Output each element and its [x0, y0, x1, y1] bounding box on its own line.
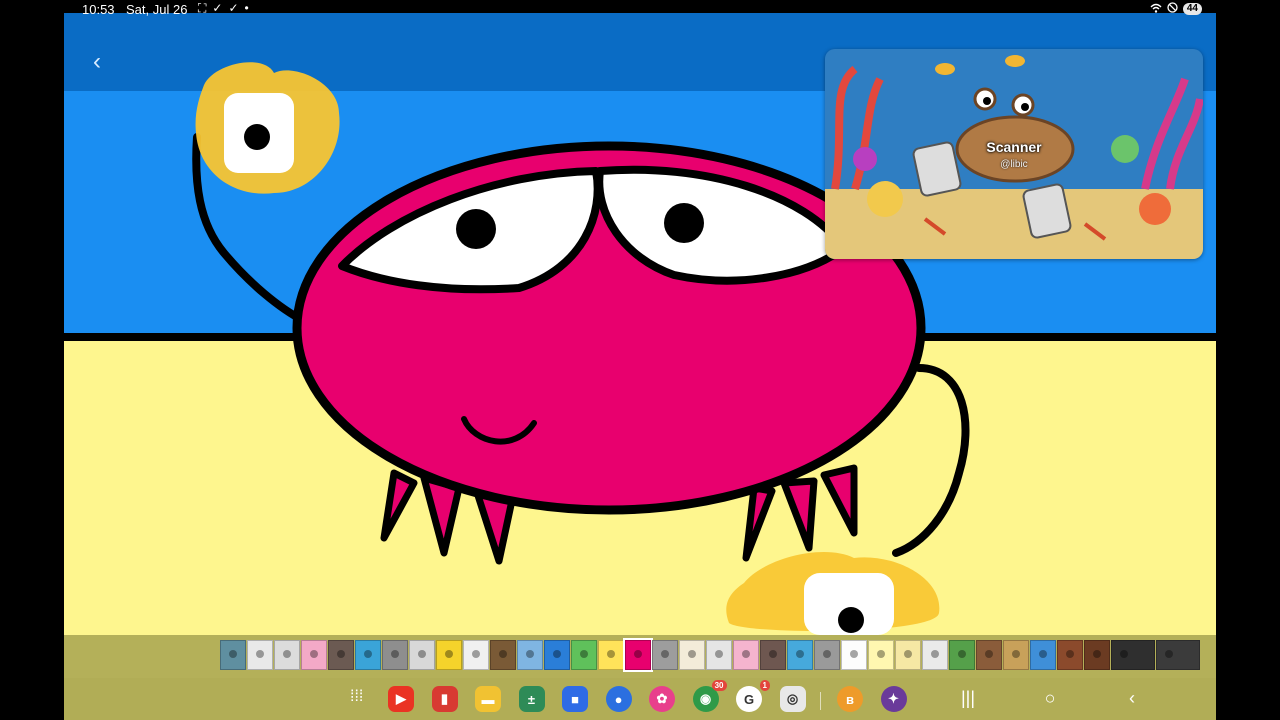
calculator-app[interactable]: ± — [518, 686, 545, 712]
right-eye-blob — [726, 552, 940, 635]
thumbnail-item[interactable] — [274, 640, 300, 670]
thumbnail-item[interactable] — [571, 640, 597, 670]
thumbnail-item[interactable] — [409, 640, 435, 670]
thumbnail-item[interactable] — [1111, 640, 1155, 670]
google-app[interactable]: G1 — [736, 680, 770, 712]
thumbnail-item[interactable] — [220, 640, 246, 670]
recents-button[interactable]: ||| — [956, 688, 980, 709]
status-time: 10:53 — [82, 2, 115, 17]
thumbnail-item[interactable] — [733, 640, 759, 670]
thumbnail-item[interactable] — [895, 640, 921, 670]
tablet-screen: ‹ Scanner @libic 10:53 Sat, Jul 26 ⛶ ✓ ✓… — [64, 0, 1216, 720]
wifi-icon — [1150, 3, 1162, 16]
thumbnail-item[interactable] — [652, 640, 678, 670]
drawing-canvas[interactable]: ‹ Scanner @libic — [64, 13, 1216, 635]
google-icon: G — [743, 691, 755, 707]
nav-back-button[interactable]: ‹ — [1120, 688, 1144, 709]
thumbnail-item[interactable] — [436, 640, 462, 670]
dot-icon: • — [244, 1, 249, 15]
thumbnail-item[interactable] — [382, 640, 408, 670]
screenshot-icon: ⛶ — [198, 1, 207, 15]
video-title: Scanner — [986, 139, 1042, 155]
thumbnail-item[interactable] — [598, 640, 624, 670]
thumbnail-item[interactable] — [949, 640, 975, 670]
youtube-app[interactable]: ▶ — [388, 686, 414, 712]
thumbnail-item[interactable] — [706, 640, 732, 670]
files-icon: ▬ — [481, 691, 495, 707]
thumbnail-item[interactable] — [1003, 640, 1029, 670]
video-author: @libic — [1000, 159, 1028, 170]
thumbnail-item[interactable] — [301, 640, 327, 670]
game-icon: ✦ — [888, 691, 899, 706]
thumbnail-item[interactable] — [247, 640, 273, 670]
notification-badge: 1 — [759, 680, 770, 691]
gallery-icon: ✿ — [656, 691, 668, 706]
thumbnail-item[interactable] — [517, 640, 543, 670]
thumbnail-item[interactable] — [1057, 640, 1083, 670]
thumbnail-item[interactable] — [787, 640, 813, 670]
thumbnail-item[interactable] — [623, 638, 653, 672]
thumbnail-item[interactable] — [679, 640, 705, 670]
home-button[interactable]: ○ — [1038, 688, 1062, 709]
calculator-icon: ± — [527, 691, 536, 707]
crab-right-pupil — [664, 203, 704, 243]
roblox-app[interactable]: ■ — [562, 686, 588, 712]
youtube-icon: ▶ — [396, 691, 406, 706]
thumbnail-item[interactable] — [1084, 640, 1110, 670]
game-app[interactable]: ✦ — [880, 686, 907, 712]
check-icon: ✓ — [212, 1, 223, 15]
apps-grid-icon[interactable]: ⁞⁞⁞ — [350, 688, 363, 706]
thumbnail-item[interactable] — [814, 640, 840, 670]
chrome-app[interactable]: ◉ 30 — [692, 680, 727, 712]
bixby-icon: ʙ — [846, 691, 854, 707]
messages-icon: ● — [614, 691, 623, 707]
thumbnail-item[interactable] — [1030, 640, 1056, 670]
thumbnail-strip — [220, 638, 1200, 672]
check-icon: ✓ — [228, 1, 239, 15]
files-app[interactable]: ▬ — [475, 686, 501, 712]
thumbnail-item[interactable] — [328, 640, 354, 670]
taskbar: ⁞⁞⁞ ▶ ▮ ▬ ± ■ ● ✿ ◉ 30 G 1 ◎ ʙ ✦ ||| ○ ‹ — [64, 678, 1216, 720]
dock-divider — [820, 692, 821, 710]
thumbnail-item[interactable] — [463, 640, 489, 670]
camera-app[interactable]: ◎ — [779, 686, 806, 712]
thumbnail-item[interactable] — [355, 640, 381, 670]
do-not-disturb-icon — [1167, 2, 1178, 16]
thumbnail-item[interactable] — [490, 640, 516, 670]
thumbnail-item[interactable] — [976, 640, 1002, 670]
status-system-icons: 44 — [1150, 2, 1202, 16]
status-date: Sat, Jul 26 — [126, 2, 188, 17]
chrome-icon: ◉ — [699, 691, 712, 706]
crab-right-stalk — [892, 364, 970, 557]
thumbnail-item[interactable] — [922, 640, 948, 670]
messages-app[interactable]: ● — [605, 686, 632, 712]
bixby-app[interactable]: ʙ — [837, 686, 863, 712]
thumbnail-item[interactable] — [868, 640, 894, 670]
battery-indicator: 44 — [1182, 3, 1202, 15]
status-notification-icons: ⛶ ✓ ✓ • — [198, 1, 249, 16]
roblox-icon: ■ — [571, 691, 579, 707]
status-bar: 10:53 Sat, Jul 26 ⛶ ✓ ✓ • 44 — [64, 0, 1216, 20]
thumbnail-item[interactable] — [544, 640, 570, 670]
notes-icon: ▮ — [440, 691, 449, 706]
thumbnail-item[interactable] — [1156, 640, 1200, 670]
thumbnail-item[interactable] — [841, 640, 867, 670]
notes-app[interactable]: ▮ — [431, 686, 458, 712]
gallery-app[interactable]: ✿ — [649, 686, 675, 712]
video-thumbnail-card[interactable]: Scanner @libic — [825, 49, 1203, 259]
left-eye-blob — [195, 62, 340, 194]
crab-left-pupil — [456, 209, 496, 249]
thumbnail-item[interactable] — [760, 640, 786, 670]
notification-badge: 30 — [711, 680, 727, 691]
camera-icon: ◎ — [786, 691, 799, 706]
